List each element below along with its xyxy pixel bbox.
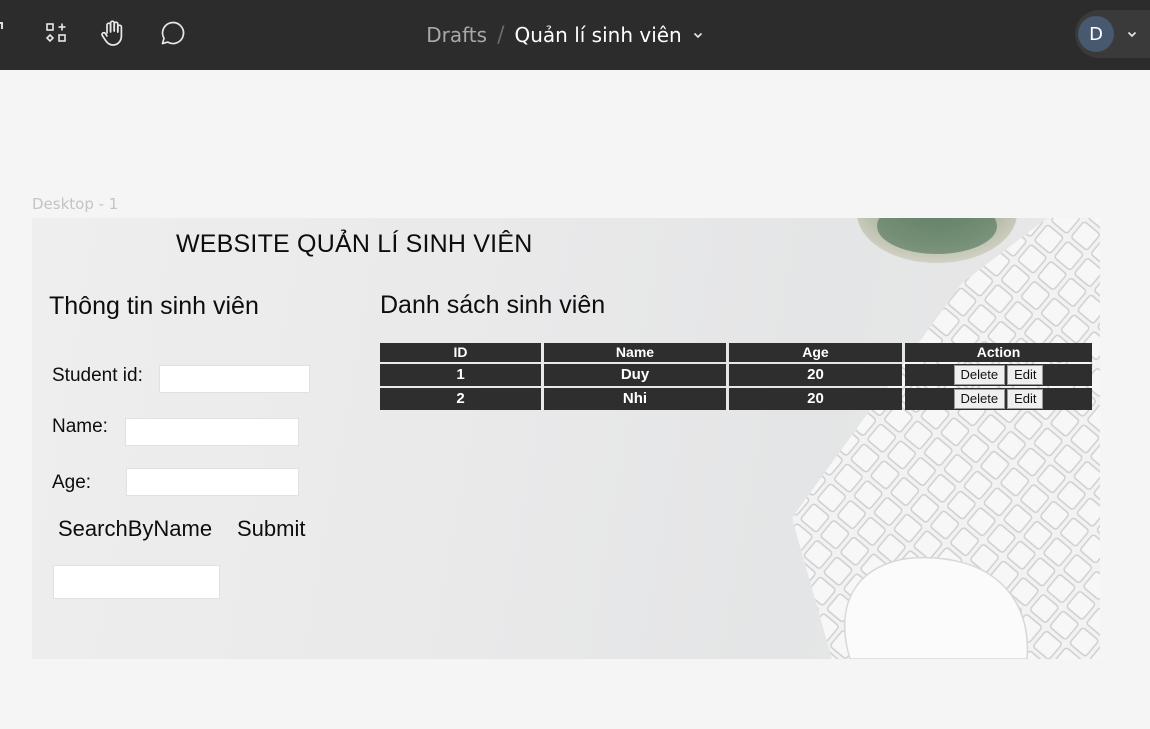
top-toolbar: Drafts / Quản lí sinh viên D bbox=[0, 0, 1150, 70]
student-id-label: Student id: bbox=[52, 365, 143, 386]
cell-id: 2 bbox=[380, 388, 541, 410]
student-info-heading: Thông tin sinh viên bbox=[49, 292, 259, 320]
student-table: ID Name Age Action 1 Duy 20 Delete Edit 2… bbox=[377, 341, 1095, 412]
column-header-id: ID bbox=[380, 343, 541, 362]
cell-age: 20 bbox=[729, 364, 902, 386]
cell-action: Delete Edit bbox=[905, 364, 1092, 386]
column-header-action: Action bbox=[905, 343, 1092, 362]
breadcrumb-parent-link[interactable]: Drafts bbox=[426, 23, 487, 47]
table-row: 1 Duy 20 Delete Edit bbox=[380, 364, 1092, 386]
cell-name: Nhi bbox=[544, 388, 726, 410]
name-label: Name: bbox=[52, 416, 108, 437]
student-id-input[interactable] bbox=[159, 365, 310, 393]
delete-button[interactable]: Delete bbox=[953, 389, 1006, 410]
edit-button[interactable]: Edit bbox=[1007, 365, 1044, 386]
cell-id: 1 bbox=[380, 364, 541, 386]
site-title: WEBSITE QUẢN LÍ SINH VIÊN bbox=[176, 230, 533, 258]
name-input[interactable] bbox=[125, 418, 299, 446]
edit-button[interactable]: Edit bbox=[1007, 389, 1044, 410]
table-header-row: ID Name Age Action bbox=[380, 343, 1092, 362]
breadcrumb-separator: / bbox=[497, 22, 505, 48]
cell-action: Delete Edit bbox=[905, 388, 1092, 410]
age-label: Age: bbox=[52, 472, 92, 493]
cell-name: Duy bbox=[544, 364, 726, 386]
column-header-name: Name bbox=[544, 343, 726, 362]
breadcrumb: Drafts / Quản lí sinh viên bbox=[0, 0, 1150, 70]
table-row: 2 Nhi 20 Delete Edit bbox=[380, 388, 1092, 410]
age-input[interactable] bbox=[126, 468, 299, 496]
search-by-name-button[interactable]: SearchByName bbox=[58, 516, 212, 542]
frame-label[interactable]: Desktop - 1 bbox=[32, 195, 118, 213]
search-input[interactable] bbox=[53, 565, 220, 599]
submit-button[interactable]: Submit bbox=[237, 516, 305, 542]
file-name[interactable]: Quản lí sinh viên bbox=[515, 23, 682, 47]
chevron-down-icon[interactable] bbox=[1126, 27, 1138, 45]
cell-age: 20 bbox=[729, 388, 902, 410]
user-menu-button[interactable]: D bbox=[1075, 10, 1150, 58]
delete-button[interactable]: Delete bbox=[953, 365, 1006, 386]
chevron-down-icon[interactable] bbox=[692, 29, 704, 41]
design-frame[interactable]: WEBSITE QUẢN LÍ SINH VIÊN Thông tin sinh… bbox=[32, 218, 1100, 659]
student-list-heading: Danh sách sinh viên bbox=[380, 291, 606, 319]
avatar[interactable]: D bbox=[1078, 16, 1114, 52]
column-header-age: Age bbox=[729, 343, 902, 362]
